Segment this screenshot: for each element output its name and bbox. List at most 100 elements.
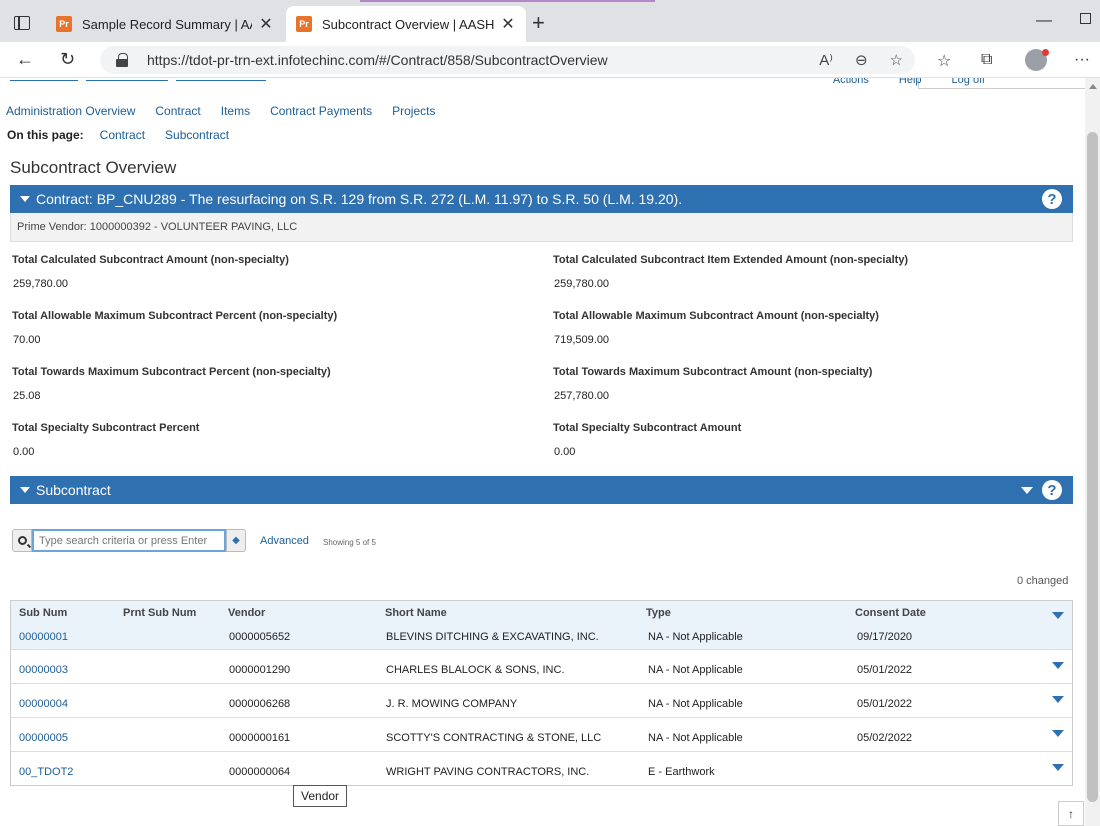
column-header[interactable]: Prnt Sub Num bbox=[123, 607, 196, 619]
help-link[interactable]: Help bbox=[899, 78, 922, 86]
eraser-icon[interactable]: ◆ bbox=[226, 529, 246, 552]
ghost-tab bbox=[176, 78, 266, 81]
table-row[interactable]: 00000001 0000005652 BLEVINS DITCHING & E… bbox=[11, 623, 1072, 649]
field-label: Total Allowable Maximum Subcontract Amou… bbox=[553, 310, 879, 322]
field-value: 0.00 bbox=[554, 446, 576, 458]
tab-title: Subcontract Overview | AASHTO\ bbox=[322, 16, 494, 32]
short-name-cell: SCOTTY'S CONTRACTING & STONE, LLC bbox=[386, 732, 602, 744]
vendor-cell: 0000000064 bbox=[229, 766, 291, 778]
column-header[interactable]: Consent Date bbox=[855, 607, 926, 619]
subcontract-panel-title: Subcontract bbox=[36, 482, 111, 498]
collections-icon[interactable]: ⧉ bbox=[981, 51, 992, 69]
column-header[interactable]: Short Name bbox=[385, 607, 447, 619]
browser-tab-1[interactable]: Pr Sample Record Summary | AASH ✕ bbox=[46, 6, 284, 42]
type-cell: NA - Not Applicable bbox=[648, 631, 743, 643]
zoom-out-icon[interactable]: ⊖ bbox=[855, 51, 868, 69]
sub-num-link[interactable]: 00000004 bbox=[19, 698, 68, 710]
read-aloud-icon[interactable]: A⁾ bbox=[819, 51, 833, 69]
refresh-icon[interactable]: ↻ bbox=[60, 50, 75, 68]
scrollbar-thumb[interactable] bbox=[1087, 132, 1098, 802]
panel-menu-icon[interactable] bbox=[1021, 487, 1033, 494]
column-header[interactable]: Type bbox=[646, 607, 671, 619]
field-label: Total Specialty Subcontract Amount bbox=[553, 422, 742, 434]
grid-header: Sub Num Prnt Sub Num Vendor Short Name T… bbox=[11, 601, 1072, 623]
close-icon[interactable]: ✕ bbox=[500, 14, 516, 34]
chevron-down-icon[interactable] bbox=[1052, 764, 1064, 771]
column-header[interactable]: Vendor bbox=[228, 607, 265, 619]
chevron-down-icon[interactable] bbox=[1052, 612, 1064, 619]
nav-administration-overview[interactable]: Administration Overview bbox=[6, 104, 135, 118]
contract-panel-header[interactable]: Contract: BP_CNU289 - The resurfacing on… bbox=[10, 185, 1073, 213]
close-icon[interactable]: ✕ bbox=[258, 14, 274, 34]
back-arrow-icon[interactable]: ← bbox=[16, 50, 34, 68]
help-icon[interactable]: ? bbox=[1042, 189, 1062, 209]
vendor-tooltip: Vendor bbox=[293, 785, 348, 807]
field-label: Total Towards Maximum Subcontract Amount… bbox=[553, 366, 873, 378]
column-header[interactable]: Sub Num bbox=[19, 607, 67, 619]
minimize-icon[interactable]: — bbox=[1036, 12, 1052, 30]
sub-num-link[interactable]: 00000001 bbox=[19, 631, 68, 643]
field-value: 70.00 bbox=[13, 334, 41, 346]
page-title: Subcontract Overview bbox=[10, 158, 177, 177]
table-row[interactable]: 00000004 0000006268 J. R. MOWING COMPANY… bbox=[11, 683, 1072, 717]
favicon-icon: Pr bbox=[296, 16, 312, 32]
nav-projects[interactable]: Projects bbox=[392, 104, 435, 118]
field-label: Total Calculated Subcontract Amount (non… bbox=[12, 254, 289, 266]
chevron-down-icon[interactable] bbox=[1052, 730, 1064, 737]
chevron-down-icon bbox=[20, 487, 30, 493]
consent-date-cell: 05/01/2022 bbox=[857, 698, 913, 710]
field-label: Total Specialty Subcontract Percent bbox=[12, 422, 200, 434]
maximize-icon[interactable] bbox=[1080, 13, 1091, 24]
type-cell: NA - Not Applicable bbox=[648, 698, 743, 710]
add-favorite-icon[interactable]: ☆ bbox=[890, 51, 903, 69]
sub-num-link[interactable]: 00000005 bbox=[19, 732, 68, 744]
table-row[interactable]: 00000005 0000000161 SCOTTY'S CONTRACTING… bbox=[11, 717, 1072, 751]
nav-contract[interactable]: Contract bbox=[155, 104, 200, 118]
url-text[interactable]: https://tdot-pr-trn-ext.infotechinc.com/… bbox=[147, 52, 608, 68]
page-content: Actions Help Log off Administration Over… bbox=[0, 78, 1085, 826]
chevron-down-icon[interactable] bbox=[1052, 696, 1064, 703]
field-value: 259,780.00 bbox=[554, 278, 610, 290]
consent-date-cell: 05/02/2022 bbox=[857, 732, 913, 744]
favorites-icon[interactable]: ☆ bbox=[937, 51, 951, 71]
nav-items[interactable]: Items bbox=[221, 104, 250, 118]
chevron-down-icon[interactable] bbox=[1052, 662, 1064, 669]
advanced-search-link[interactable]: Advanced bbox=[260, 535, 309, 547]
prime-vendor: Prime Vendor: 1000000392 - VOLUNTEER PAV… bbox=[10, 213, 1073, 242]
contract-panel-title: Contract: BP_CNU289 - The resurfacing on… bbox=[36, 191, 683, 207]
on-this-page-label: On this page: bbox=[7, 128, 84, 142]
jump-subcontract[interactable]: Subcontract bbox=[165, 128, 229, 142]
subcontract-panel-header[interactable]: Subcontract ? bbox=[10, 476, 1073, 504]
new-tab-icon[interactable]: + bbox=[532, 12, 545, 34]
more-icon[interactable]: ··· bbox=[1074, 51, 1090, 69]
logoff-link[interactable]: Log off bbox=[952, 78, 985, 86]
back-to-top-icon[interactable]: ↑ bbox=[1058, 801, 1084, 826]
chevron-down-icon bbox=[20, 196, 30, 202]
favicon-icon: Pr bbox=[56, 16, 72, 32]
table-row[interactable]: 00_TDOT2 0000000064 WRIGHT PAVING CONTRA… bbox=[11, 751, 1072, 785]
jump-contract[interactable]: Contract bbox=[100, 128, 145, 142]
type-cell: NA - Not Applicable bbox=[648, 732, 743, 744]
sub-num-link[interactable]: 00_TDOT2 bbox=[19, 766, 73, 778]
actions-link[interactable]: Actions bbox=[833, 78, 869, 86]
search-button[interactable] bbox=[12, 529, 32, 552]
browser-tab-2[interactable]: Pr Subcontract Overview | AASHTO\ ✕ bbox=[286, 6, 526, 42]
showing-count: Showing 5 of 5 bbox=[323, 538, 376, 547]
field-value: 0.00 bbox=[13, 446, 35, 458]
lock-icon[interactable] bbox=[116, 53, 128, 67]
type-cell: NA - Not Applicable bbox=[648, 664, 743, 676]
consent-date-cell: 09/17/2020 bbox=[857, 631, 913, 643]
help-icon[interactable]: ? bbox=[1042, 480, 1062, 500]
changed-count: 0 changed bbox=[1017, 575, 1069, 587]
vendor-cell: 0000001290 bbox=[229, 664, 291, 676]
table-row[interactable]: 00000003 0000001290 CHARLES BLALOCK & SO… bbox=[11, 649, 1072, 683]
scroll-up-icon[interactable] bbox=[1089, 84, 1097, 89]
url-field[interactable]: https://tdot-pr-trn-ext.infotechinc.com/… bbox=[100, 46, 915, 74]
sub-num-link[interactable]: 00000003 bbox=[19, 664, 68, 676]
notification-dot bbox=[1042, 49, 1049, 56]
search-input[interactable] bbox=[32, 529, 226, 552]
tab-actions-icon[interactable] bbox=[14, 16, 30, 30]
field-value: 257,780.00 bbox=[554, 390, 610, 402]
nav-contract-payments[interactable]: Contract Payments bbox=[270, 104, 372, 118]
field-label: Total Calculated Subcontract Item Extend… bbox=[553, 254, 909, 266]
